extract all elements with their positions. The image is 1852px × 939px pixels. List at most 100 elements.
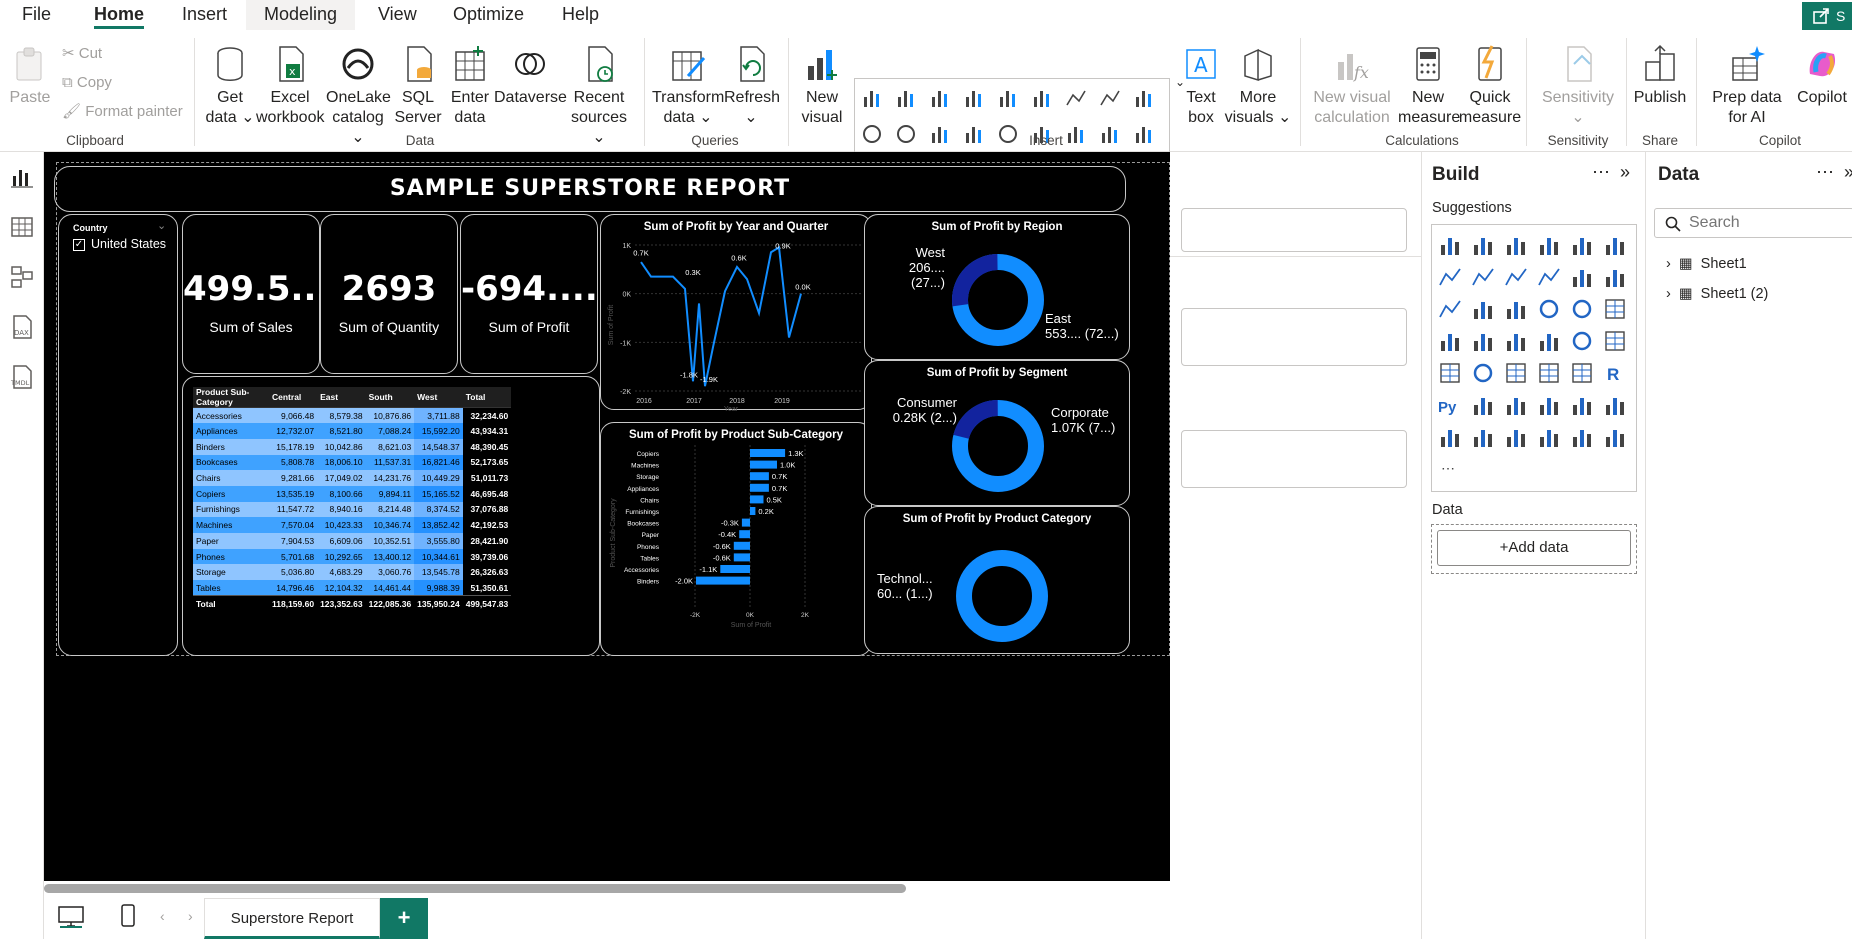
report-view-icon[interactable]: [9, 164, 35, 190]
donut-slice[interactable]: [953, 400, 999, 440]
filter-well[interactable]: [1181, 430, 1407, 488]
menu-insert[interactable]: Insert: [176, 0, 233, 30]
new-measure-button[interactable]: New measure: [1398, 44, 1460, 128]
bar-chart-icon[interactable]: [861, 87, 883, 109]
previous-page-icon[interactable]: ‹: [160, 908, 165, 924]
filter-well[interactable]: [1181, 308, 1407, 366]
share-button[interactable]: S: [1802, 2, 1852, 30]
table-chart-icon[interactable]: [1099, 123, 1121, 145]
chevron-down-icon[interactable]: ⌄: [157, 219, 166, 232]
new-visual-button[interactable]: New visual: [796, 44, 848, 128]
bar[interactable]: [750, 507, 756, 515]
col-chart-icon[interactable]: [895, 87, 917, 109]
matrix-icon[interactable]: [1570, 361, 1594, 385]
kpi-icon[interactable]: [1471, 361, 1495, 385]
country-slicer[interactable]: Country ⌄ ✓ United States: [58, 214, 178, 656]
pie-chart-icon[interactable]: [861, 123, 883, 145]
get-data-button[interactable]: Get data ⌄: [204, 44, 256, 128]
line-icon[interactable]: [1438, 265, 1462, 289]
menu-help[interactable]: Help: [556, 0, 605, 30]
model-view-icon[interactable]: [9, 264, 35, 290]
clustered-bar-icon[interactable]: [1504, 233, 1528, 257]
profit-by-category-donut[interactable]: Sum of Profit by Product Category Techno…: [864, 506, 1130, 654]
kpi-card-sales[interactable]: 499.5... Sum of Sales: [182, 214, 329, 374]
mobile-layout-icon[interactable]: [120, 904, 136, 928]
donut-slice[interactable]: [956, 550, 1048, 642]
bar[interactable]: [696, 576, 750, 585]
table-row[interactable]: Copiers 13,535.19 8,100.66 9,894.11 15,165.5…: [193, 485, 512, 502]
search-box[interactable]: [1654, 208, 1852, 238]
add-data-button[interactable]: +Add data: [1437, 530, 1631, 566]
more-visuals-button[interactable]: More visuals ⌄: [1222, 44, 1294, 128]
stacked-column-icon[interactable]: [1471, 233, 1495, 257]
scatter-icon[interactable]: [1504, 297, 1528, 321]
bar[interactable]: [733, 553, 750, 562]
matrix-chart-icon[interactable]: [1133, 123, 1155, 145]
azure-map-icon[interactable]: [1504, 329, 1528, 353]
kpi-card-quantity[interactable]: 2693 Sum of Quantity: [320, 214, 458, 374]
bar-chart-icon[interactable]: [929, 87, 951, 109]
table-row[interactable]: Furnishings 11,547.72 8,940.16 8,214.48 8,37…: [193, 501, 512, 518]
table-view-icon[interactable]: [9, 214, 35, 240]
checkbox[interactable]: ✓: [73, 239, 85, 251]
publish-button[interactable]: Publish: [1630, 44, 1690, 108]
filter-well[interactable]: [1181, 208, 1407, 252]
funnel-icon[interactable]: [1603, 265, 1627, 289]
clustered-column-icon[interactable]: [1537, 233, 1561, 257]
dax-query-view-icon[interactable]: DAX: [9, 314, 35, 340]
column-header[interactable]: South: [365, 387, 415, 408]
treemap-icon[interactable]: [1603, 297, 1627, 321]
bar[interactable]: [750, 495, 764, 504]
tree-chart-icon[interactable]: [929, 123, 951, 145]
area-icon[interactable]: [1471, 265, 1495, 289]
sensitivity-button[interactable]: Sensitivity ⌄: [1530, 44, 1626, 128]
profit-by-segment-donut[interactable]: Sum of Profit by Segment Consumer 0.28K (…: [864, 360, 1130, 506]
copilot-button[interactable]: Copilot: [1792, 44, 1852, 108]
column-header[interactable]: East: [317, 387, 366, 408]
col-chart-icon[interactable]: [1031, 87, 1053, 109]
r-visual-icon[interactable]: R: [1603, 361, 1627, 385]
copy-button[interactable]: ⧉ Copy: [62, 71, 112, 95]
visual-suggestions-grid[interactable]: R Py ⋯: [1431, 224, 1637, 492]
next-page-icon[interactable]: ›: [188, 908, 193, 924]
slicer-icon[interactable]: [1504, 361, 1528, 385]
line-column-icon[interactable]: [1438, 297, 1462, 321]
table-row[interactable]: Chairs 9,281.66 17,049.02 14,231.76 10,449.2…: [193, 470, 512, 486]
python-visual-icon[interactable]: Py: [1438, 393, 1462, 417]
horizontal-scrollbar[interactable]: [44, 884, 906, 893]
transform-data-button[interactable]: Transform data ⌄: [652, 44, 724, 128]
col-chart-icon[interactable]: [963, 87, 985, 109]
column-header[interactable]: Central: [269, 387, 318, 408]
power-automate-icon[interactable]: [1504, 425, 1528, 449]
qa-icon[interactable]: [1537, 393, 1561, 417]
table-row[interactable]: Accessories 9,066.48 8,579.38 10,876.86 3,71…: [193, 407, 512, 424]
ribbon-icon[interactable]: [1537, 265, 1561, 289]
table-row[interactable]: Storage 5,036.80 4,683.29 3,060.76 13,545.78…: [193, 564, 512, 581]
profit-by-year-line-chart[interactable]: Sum of Profit by Year and Quarter 1K 0K -1…: [600, 214, 872, 411]
line-chart-icon[interactable]: [1065, 87, 1087, 109]
cut-button[interactable]: ✂ Cut: [62, 42, 102, 66]
map-chart-icon[interactable]: [963, 123, 985, 145]
table-row[interactable]: Phones 5,701.68 10,292.65 13,400.12 10,344.6…: [193, 548, 512, 565]
bar[interactable]: [750, 449, 786, 457]
table-item-sheet1-2[interactable]: › ▦ Sheet1 (2): [1666, 286, 1768, 302]
tmdl-view-icon[interactable]: TMDL: [9, 364, 35, 390]
table-row[interactable]: Appliances 12,732.07 8,521.80 7,088.24 15,59…: [193, 423, 512, 439]
shape-map-icon[interactable]: [1537, 329, 1561, 353]
table-icon[interactable]: [1537, 361, 1561, 385]
sales-matrix[interactable]: Product Sub-Category Central East South West…: [182, 376, 600, 656]
table-row[interactable]: Binders 15,178.19 10,042.86 8,621.03 14,548.…: [193, 438, 512, 455]
bar[interactable]: [739, 530, 750, 539]
format-painter-button[interactable]: 🖌 Format painter: [62, 100, 183, 124]
table-row[interactable]: Bookcases 5,808.78 18,006.10 11,537.31 16,82…: [193, 454, 512, 471]
table-item-sheet1[interactable]: › ▦ Sheet1: [1666, 256, 1747, 272]
column-header[interactable]: Total: [462, 387, 512, 408]
table-row[interactable]: Tables 14,796.46 12,104.32 14,461.44 9,988.3…: [193, 580, 512, 596]
search-input[interactable]: [1689, 213, 1849, 233]
100-bar-icon[interactable]: [1570, 233, 1594, 257]
bar[interactable]: [733, 541, 750, 550]
column-header[interactable]: Product Sub-Category: [193, 387, 269, 408]
data-drop-zone[interactable]: +Add data: [1431, 524, 1637, 574]
donut-chart-icon[interactable]: [895, 123, 917, 145]
paginated-icon[interactable]: [1438, 425, 1462, 449]
